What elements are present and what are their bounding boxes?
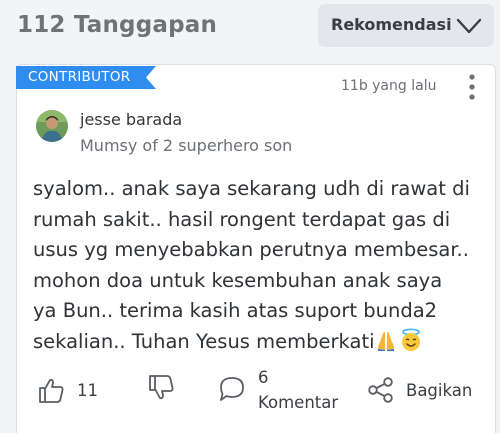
- comment-bubble-icon[interactable]: [218, 375, 246, 403]
- comment-line: rumah sakit.. hasil rongent terdapat gas…: [33, 207, 451, 231]
- avatar[interactable]: [36, 110, 68, 142]
- comment-action-bar: 11 6 Komentar Bagikan: [0, 365, 500, 433]
- praying-hands-emoji: [377, 331, 394, 351]
- comment-count: 6: [258, 368, 269, 387]
- share-label[interactable]: Bagikan: [406, 381, 472, 400]
- comment-line: usus yg menyebabkan perutnya membesar..: [33, 238, 469, 261]
- like-count: 11: [77, 381, 98, 400]
- response-count-title: 112 Tanggapan: [17, 12, 218, 38]
- contributor-badge-label: CONTRIBUTOR: [28, 69, 131, 85]
- thumbs-down-icon[interactable]: [147, 374, 175, 402]
- sort-label: Rekomendasi: [331, 15, 452, 34]
- smiling-face-with-halo-emoji: [401, 328, 420, 351]
- comment-timestamp: 11b yang lalu: [341, 78, 437, 94]
- thumbs-up-icon[interactable]: [37, 376, 65, 404]
- more-options-icon[interactable]: [467, 73, 477, 101]
- comment-body: syalom.. anak saya sekarang udh di rawat…: [33, 174, 483, 357]
- comments-header: 112 Tanggapan Rekomendasi: [0, 0, 500, 60]
- comment-line: sekalian.. Tuhan Yesus memberkati: [33, 329, 375, 353]
- author-description: Mumsy of 2 superhero son: [80, 136, 293, 155]
- comment-line: ya Bun.. terima kasih atas suport bunda2: [33, 299, 438, 322]
- comment-line: mohon doa untuk kesembuhan anak saya: [33, 268, 443, 292]
- chevron-down-icon: [456, 18, 482, 34]
- share-icon[interactable]: [367, 376, 395, 404]
- comment-line: syalom.. anak saya sekarang udh di rawat…: [33, 177, 470, 200]
- comment-label[interactable]: Komentar: [258, 393, 338, 412]
- sort-dropdown-button[interactable]: Rekomendasi: [318, 4, 494, 47]
- author-name[interactable]: jesse barada: [80, 110, 182, 129]
- contributor-badge: CONTRIBUTOR: [16, 66, 156, 89]
